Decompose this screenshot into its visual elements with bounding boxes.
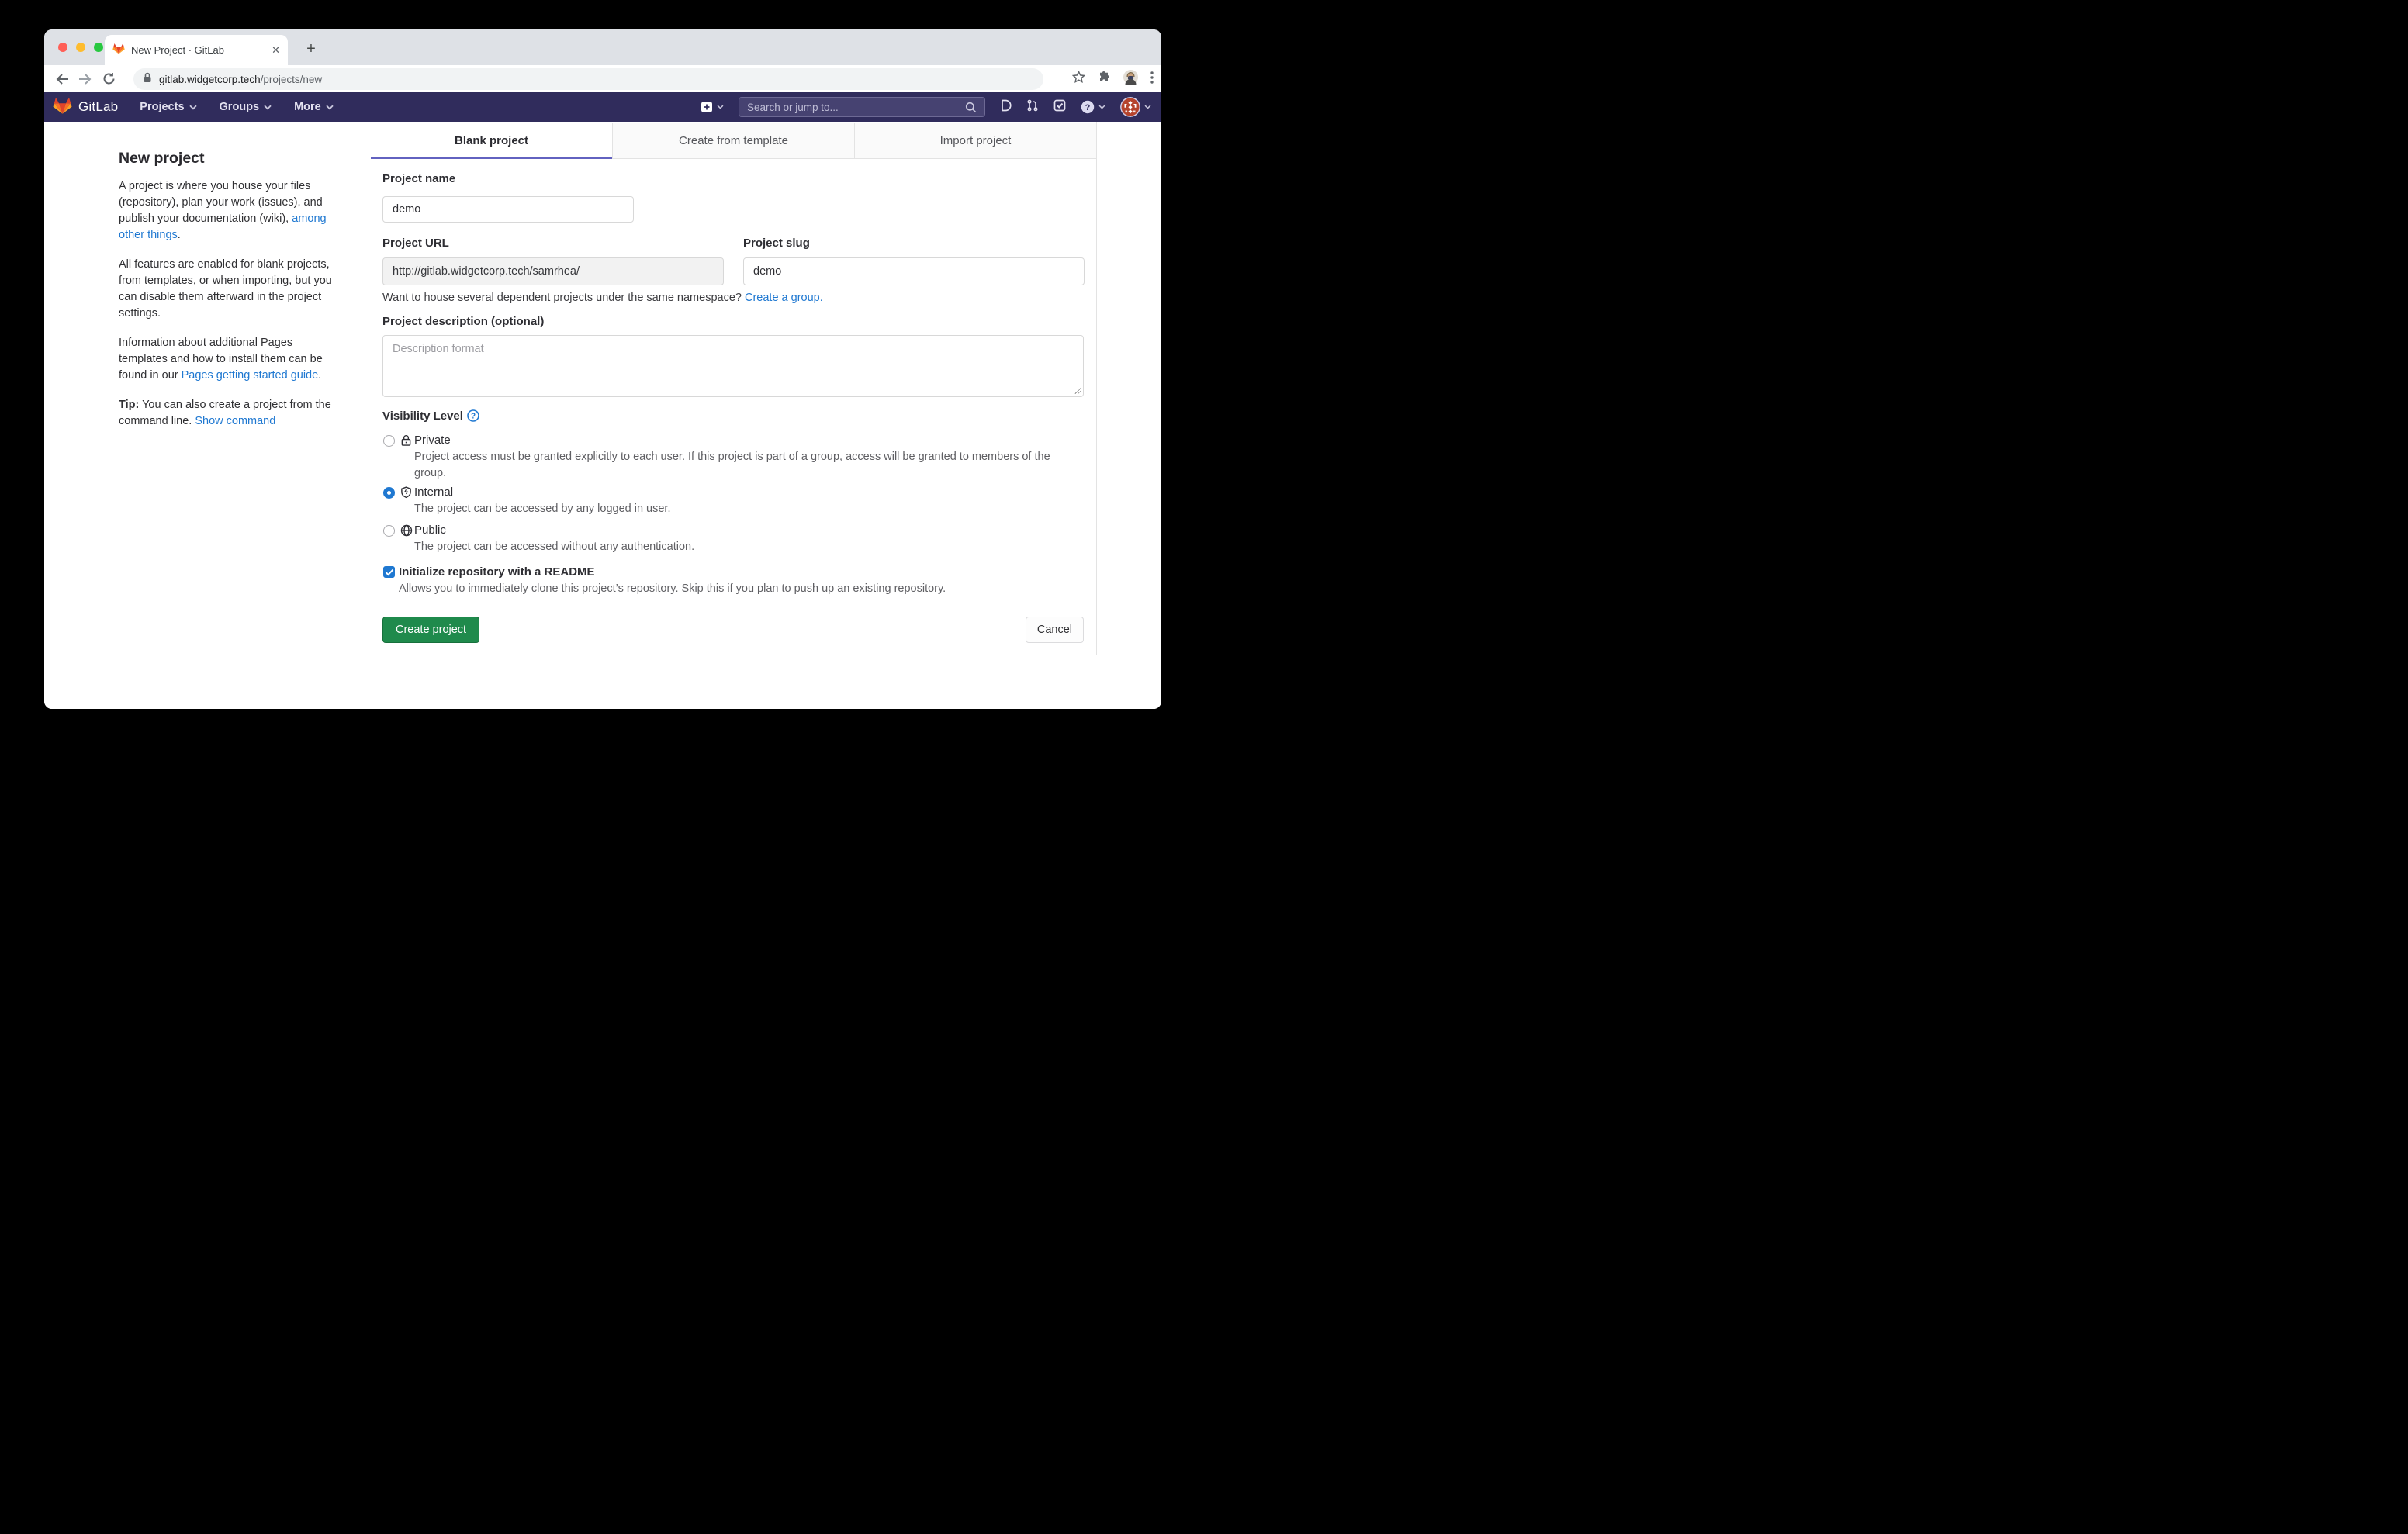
menu-icon[interactable] [1150, 71, 1154, 88]
cancel-button[interactable]: Cancel [1026, 617, 1084, 643]
visibility-option-internal: Internal The project can be accessed by … [382, 485, 1084, 517]
sidebar-paragraph: Information about additional Pages templ… [119, 335, 340, 384]
resize-grip[interactable] [1074, 387, 1081, 394]
create-project-button[interactable]: Create project [382, 617, 479, 643]
visibility-desc: The project can be accessed without any … [414, 539, 1084, 555]
check-icon [385, 568, 394, 576]
readme-checkbox[interactable] [383, 566, 395, 578]
url-text: gitlab.widgetcorp.tech/projects/new [159, 74, 322, 85]
visibility-desc: The project can be accessed by any logge… [414, 501, 1084, 517]
globe-icon [400, 524, 413, 541]
visibility-option-private: Private Project access must be granted e… [382, 434, 1084, 482]
project-slug-input[interactable] [743, 257, 1085, 285]
chevron-down-icon [189, 105, 197, 110]
pages-guide-link[interactable]: Pages getting started guide [182, 369, 319, 382]
sidebar: New project A project is where you house… [119, 150, 340, 443]
readme-label[interactable]: Initialize repository with a README [399, 565, 595, 579]
browser-tabstrip: New Project · GitLab ✕ + [44, 29, 1161, 65]
window-controls [58, 43, 103, 52]
svg-text:?: ? [471, 413, 476, 421]
new-tab-button[interactable]: + [300, 38, 322, 60]
forward-icon[interactable] [74, 73, 97, 85]
form-actions: Create project Cancel [382, 617, 1084, 643]
project-type-tabs: Blank project Create from template Impor… [371, 123, 1096, 159]
chevron-down-icon [1144, 105, 1151, 109]
chevron-down-icon [326, 105, 334, 110]
tab-close-icon[interactable]: ✕ [272, 44, 280, 57]
radio-private[interactable] [383, 435, 395, 447]
radio-public[interactable] [383, 525, 395, 537]
chevron-down-icon [717, 105, 724, 109]
project-description-label: Project description (optional) [382, 315, 544, 328]
browser-tab-title: New Project · GitLab [131, 44, 265, 56]
svg-text:?: ? [1085, 103, 1091, 112]
page-title: New project [119, 150, 340, 168]
merge-request-icon[interactable] [1026, 99, 1039, 116]
project-url-label: Project URL [382, 237, 449, 250]
gitlab-home-link[interactable]: GitLab [53, 96, 118, 119]
tab-create-from-template[interactable]: Create from template [612, 123, 854, 159]
project-name-label: Project name [382, 172, 455, 185]
page-content: New project A project is where you house… [44, 122, 1161, 709]
nav-menu-more[interactable]: More [294, 101, 334, 113]
nav-menu-projects[interactable]: Projects [140, 101, 196, 113]
question-icon[interactable]: ? [467, 409, 479, 426]
sidebar-paragraph: A project is where you house your files … [119, 178, 340, 244]
namespace-hint: Want to house several dependent projects… [382, 292, 1084, 304]
shield-icon [400, 486, 412, 503]
close-window-button[interactable] [58, 43, 67, 52]
sidebar-tip: Tip: You can also create a project from … [119, 397, 340, 430]
todo-icon[interactable] [1054, 99, 1066, 116]
readme-option: Initialize repository with a README Allo… [382, 565, 1084, 597]
star-icon[interactable] [1072, 71, 1085, 88]
browser-toolbar: gitlab.widgetcorp.tech/projects/new [44, 65, 1161, 92]
project-description-textarea[interactable] [382, 335, 1084, 397]
help-icon: ? [1081, 100, 1095, 114]
gitlab-navbar: GitLab Projects Groups More Search or ju… [44, 92, 1161, 122]
sidebar-paragraph: All features are enabled for blank proje… [119, 257, 340, 322]
maximize-window-button[interactable] [94, 43, 103, 52]
extensions-icon[interactable] [1098, 71, 1111, 88]
brand-name: GitLab [78, 99, 118, 115]
project-url-input[interactable] [382, 257, 724, 285]
show-command-link[interactable]: Show command [195, 415, 275, 427]
browser-tab[interactable]: New Project · GitLab ✕ [105, 35, 288, 65]
project-slug-label: Project slug [743, 237, 810, 250]
plus-menu-icon [701, 101, 713, 113]
help-menu-button[interactable]: ? [1081, 100, 1105, 114]
search-icon [965, 102, 977, 113]
tab-blank-project[interactable]: Blank project [371, 123, 612, 159]
new-project-panel: Blank project Create from template Impor… [371, 122, 1097, 655]
new-menu-button[interactable] [701, 101, 724, 113]
visibility-name[interactable]: Internal [414, 485, 453, 499]
minimize-window-button[interactable] [76, 43, 85, 52]
lock-icon [400, 434, 412, 451]
visibility-name[interactable]: Private [414, 434, 451, 447]
refresh-icon[interactable] [97, 72, 120, 85]
create-a-group-link[interactable]: Create a group. [745, 292, 823, 304]
radio-internal[interactable] [383, 487, 395, 499]
visibility-option-public: Public The project can be accessed witho… [382, 523, 1084, 555]
search-placeholder: Search or jump to... [747, 102, 965, 113]
chevron-down-icon [264, 105, 272, 110]
back-icon[interactable] [50, 73, 74, 85]
browser-window: New Project · GitLab ✕ + gitlab.widgetco… [44, 29, 1161, 709]
visibility-level-label: Visibility Level [382, 409, 463, 423]
url-bar[interactable]: gitlab.widgetcorp.tech/projects/new [133, 68, 1043, 90]
search-input[interactable]: Search or jump to... [739, 97, 985, 117]
visibility-name[interactable]: Public [414, 523, 446, 537]
project-name-input[interactable] [382, 196, 634, 223]
visibility-desc: Project access must be granted explicitl… [414, 449, 1084, 482]
user-avatar [1120, 97, 1140, 117]
chevron-down-icon [1098, 105, 1105, 109]
gitlab-favicon [112, 43, 125, 58]
issues-icon[interactable] [1000, 99, 1012, 116]
user-menu-button[interactable] [1120, 97, 1151, 117]
lock-icon[interactable] [143, 72, 152, 87]
gitlab-logo [53, 96, 72, 119]
tab-import-project[interactable]: Import project [854, 123, 1096, 159]
readme-desc: Allows you to immediately clone this pro… [399, 581, 1068, 597]
profile-avatar[interactable] [1123, 70, 1138, 88]
nav-menu-groups[interactable]: Groups [220, 101, 272, 113]
